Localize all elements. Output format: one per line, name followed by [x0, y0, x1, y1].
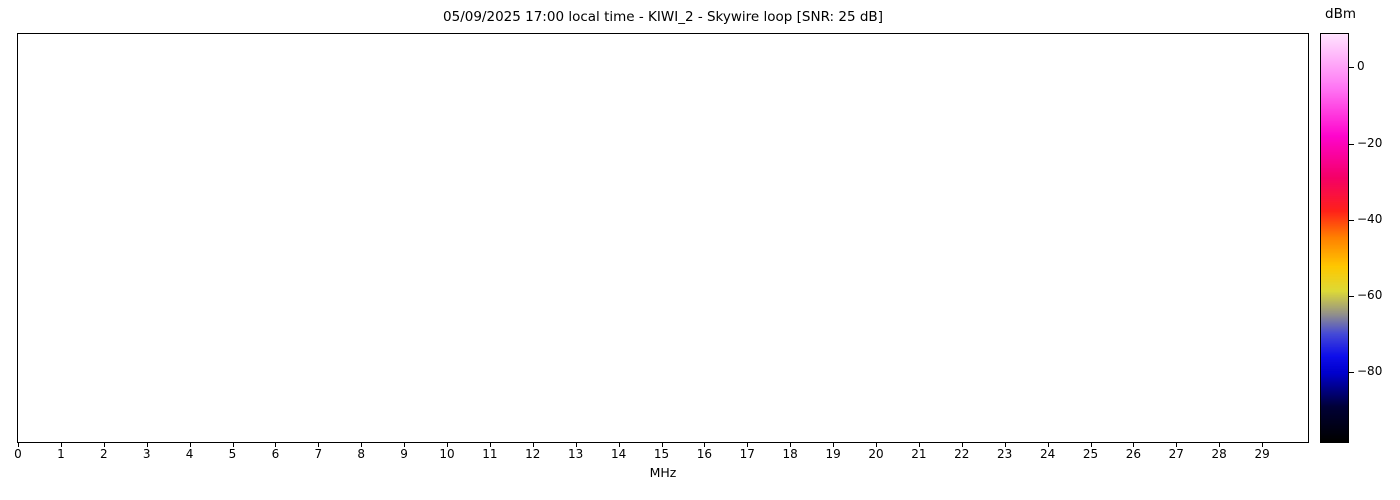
- colorbar-tick-mark: [1349, 372, 1354, 374]
- colorbar-tick-label: 0: [1357, 59, 1365, 74]
- x-tick-label: 4: [185, 447, 194, 461]
- colorbar-tick-mark: [1349, 143, 1354, 145]
- x-tick-label: 3: [142, 447, 151, 461]
- x-tick-label: 12: [525, 447, 541, 461]
- x-tick-label: 14: [610, 447, 627, 461]
- x-tick-label: 20: [868, 447, 884, 461]
- x-tick-label: 19: [825, 447, 841, 461]
- x-tick-label: 25: [1082, 447, 1099, 461]
- x-tick-label: 27: [1168, 447, 1184, 461]
- x-tick-label: 21: [911, 447, 927, 461]
- x-tick-label: 16: [696, 447, 713, 461]
- colorbar-tick-mark: [1349, 296, 1354, 298]
- x-tick-label: 1: [57, 447, 65, 461]
- colorbar: [1320, 33, 1349, 443]
- x-tick-label: 15: [653, 447, 670, 461]
- x-tick-label: 17: [739, 447, 755, 461]
- colorbar-tick-label: −20: [1357, 135, 1383, 150]
- x-tick-label: 6: [271, 447, 280, 461]
- x-tick-label: 24: [1039, 447, 1056, 461]
- x-tick-label: 18: [782, 447, 798, 461]
- chart-title: 05/09/2025 17:00 local time - KIWI_2 - S…: [443, 9, 883, 25]
- x-tick-label: 11: [482, 447, 498, 461]
- x-tick-label: 13: [568, 447, 584, 461]
- x-tick-label: 23: [997, 447, 1013, 461]
- x-tick-label: 5: [228, 447, 237, 461]
- spectrogram-plot: [17, 33, 1309, 443]
- x-tick-label: 0: [14, 447, 22, 461]
- x-tick-label: 2: [99, 447, 108, 461]
- colorbar-tick-label: −40: [1357, 211, 1383, 226]
- x-tick-label: 28: [1211, 447, 1227, 461]
- x-tick-label: 29: [1254, 447, 1270, 461]
- x-tick-label: 8: [357, 447, 365, 461]
- x-tick-label: 7: [314, 447, 323, 461]
- colorbar-tick-mark: [1349, 219, 1354, 221]
- colorbar-gradient: [1321, 34, 1348, 442]
- spectrogram-page: 05/09/2025 17:00 local time - KIWI_2 - S…: [0, 0, 1400, 500]
- colorbar-tick-label: −60: [1357, 288, 1383, 303]
- spectrogram-image: [18, 34, 1308, 442]
- x-tick-label: 10: [439, 447, 455, 461]
- x-axis-label: MHz: [649, 465, 677, 480]
- x-tick-label: 26: [1125, 447, 1142, 461]
- colorbar-tick-label: −80: [1357, 364, 1383, 379]
- x-tick-label: 22: [954, 447, 970, 461]
- colorbar-unit-label: dBm: [1325, 6, 1356, 22]
- x-tick-label: 9: [400, 447, 408, 461]
- colorbar-tick-mark: [1349, 67, 1354, 69]
